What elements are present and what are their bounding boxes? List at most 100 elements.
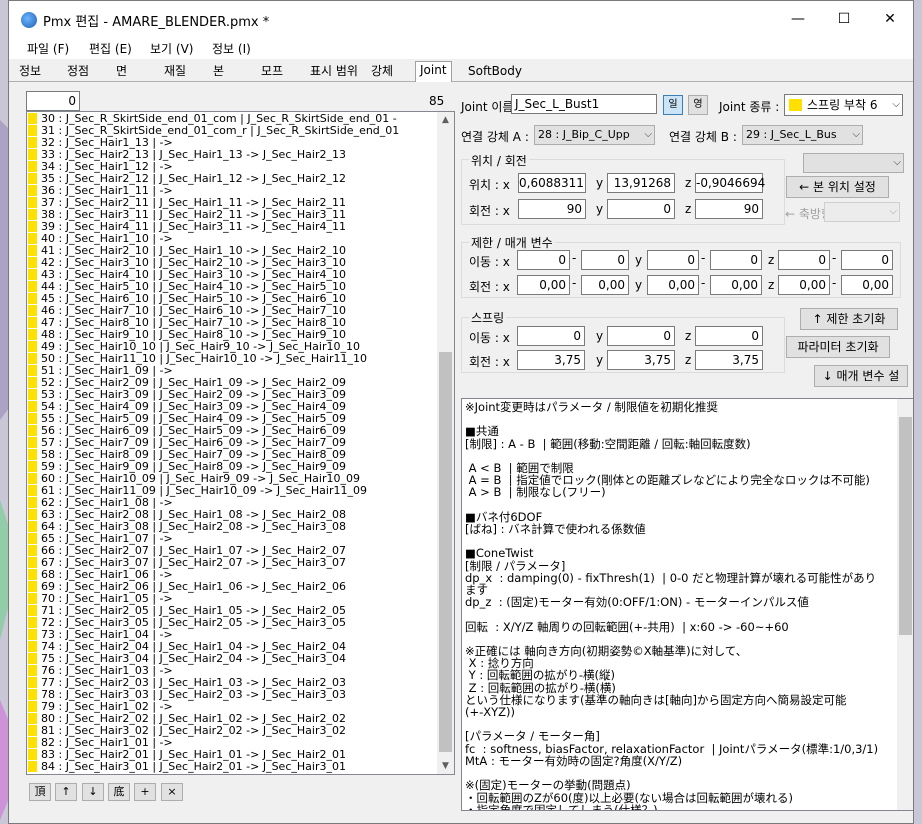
limit-move-label: 이동 : x xyxy=(469,255,510,269)
move-up-button[interactable]: ↑ xyxy=(55,783,77,801)
joint-color-swatch xyxy=(28,281,37,292)
joint-color-swatch xyxy=(28,185,37,196)
tab-bone[interactable]: 본 xyxy=(209,63,228,80)
joint-list-item[interactable]: 84 : J_Sec_Hair3_01 | J_Sec_Hair2_01 -> … xyxy=(28,761,434,773)
joint-color-swatch xyxy=(28,137,37,148)
reset-limits-button[interactable]: ↑ 제한 초기화 xyxy=(800,308,898,330)
spring-title: 스프링 xyxy=(469,309,507,326)
joint-color-swatch xyxy=(28,377,37,388)
dash-label: - xyxy=(832,251,837,265)
maximize-button[interactable]: ☐ xyxy=(821,1,867,37)
spring-rot-z[interactable]: 3,75 xyxy=(695,350,763,370)
minimize-button[interactable]: — xyxy=(775,1,821,37)
list-count: 85 xyxy=(429,94,445,108)
list-search-input[interactable]: 0 xyxy=(26,91,80,111)
help-text-scrollbar[interactable] xyxy=(897,399,913,810)
scrollbar-thumb[interactable] xyxy=(439,352,452,752)
body-a-select[interactable]: 28 : J_Bip_C_Upp ⌵ xyxy=(534,125,655,145)
joint-color-swatch xyxy=(28,413,37,424)
tab-rigid-body[interactable]: 강체 xyxy=(367,63,397,80)
axis-direction-select[interactable]: ⌵ xyxy=(824,202,900,222)
joint-color-swatch xyxy=(28,389,37,400)
tab-vertex[interactable]: 정점 xyxy=(63,63,93,80)
dash-label: - xyxy=(832,276,837,290)
limit-move-z-max[interactable]: 0 xyxy=(841,250,893,270)
spring-move-z[interactable]: 0 xyxy=(695,326,763,346)
lang-en-button[interactable]: 영 xyxy=(688,95,708,115)
menu-edit[interactable]: 편집 (E) xyxy=(89,40,132,57)
lang-jp-button[interactable]: 일 xyxy=(663,95,683,115)
menu-file[interactable]: 파일 (F) xyxy=(27,40,69,57)
limit-rot-x-min[interactable]: 0,00 xyxy=(517,275,570,295)
joint-color-swatch xyxy=(28,593,37,604)
joint-type-swatch xyxy=(789,99,802,111)
joint-color-swatch xyxy=(28,353,37,364)
joint-type-select[interactable]: 스프링 부착 6 ⌵ xyxy=(784,94,903,116)
limit-rot-y-max[interactable]: 0,00 xyxy=(710,275,762,295)
body-b-select[interactable]: 29 : J_Sec_L_Bus ⌵ xyxy=(742,125,863,145)
set-params-button[interactable]: ↓ 매개 변수 설 xyxy=(814,365,908,387)
joint-list-scrollbar[interactable]: ▲ ▼ xyxy=(437,112,454,774)
chevron-down-icon: ⌵ xyxy=(644,129,652,140)
limit-rot-z-max[interactable]: 0,00 xyxy=(841,275,893,295)
limit-move-z-min[interactable]: 0 xyxy=(778,250,830,270)
help-text-area[interactable]: ※Joint変更時はパラメータ / 制限値を初期化推奨 ■共通 [制限] : A… xyxy=(461,398,913,811)
tab-info[interactable]: 정보 xyxy=(15,63,45,80)
dash-label: - xyxy=(701,251,706,265)
limit-rot-label: 회전 : x xyxy=(469,280,510,294)
limit-rot-y-min[interactable]: 0,00 xyxy=(647,275,699,295)
tab-material[interactable]: 재질 xyxy=(160,63,190,80)
scroll-up-arrow-icon[interactable]: ▲ xyxy=(437,112,454,128)
joint-color-swatch xyxy=(28,461,37,472)
rot-y-input[interactable]: 0 xyxy=(607,199,675,219)
pos-x-input[interactable]: 0,6088311 xyxy=(518,173,586,193)
rot-z-input[interactable]: 90 xyxy=(695,199,763,219)
limit-rot-z-min[interactable]: 0,00 xyxy=(778,275,830,295)
spring-rot-y-label: y xyxy=(596,353,604,367)
joint-name-input[interactable]: J_Sec_L_Bust1 xyxy=(511,94,657,114)
joint-color-swatch xyxy=(28,449,37,460)
set-bone-position-button[interactable]: ← 본 위치 설정 xyxy=(786,176,889,198)
chevron-down-icon: ⌵ xyxy=(889,206,897,217)
scrollbar-thumb[interactable] xyxy=(899,417,912,635)
close-button[interactable]: ✕ xyxy=(867,1,913,37)
limit-move-y-min[interactable]: 0 xyxy=(647,250,699,270)
delete-item-button[interactable]: × xyxy=(161,783,183,801)
tab-display-frame[interactable]: 표시 범위 xyxy=(306,63,362,80)
tab-joint[interactable]: Joint xyxy=(415,61,452,82)
add-item-button[interactable]: + xyxy=(134,783,156,801)
limit-move-y-max[interactable]: 0 xyxy=(710,250,762,270)
joint-color-swatch xyxy=(28,173,37,184)
limit-move-y-label: y xyxy=(635,253,643,267)
joint-color-swatch xyxy=(28,437,37,448)
tab-morph[interactable]: 모프 xyxy=(257,63,287,80)
limit-move-x-max[interactable]: 0 xyxy=(581,250,629,270)
joint-color-swatch xyxy=(28,329,37,340)
pos-y-input[interactable]: 13,91268 xyxy=(607,173,675,193)
pos-z-input[interactable]: -0,9046694 xyxy=(695,173,765,193)
move-top-button[interactable]: 頂 xyxy=(29,783,51,801)
limit-rot-x-max[interactable]: 0,00 xyxy=(581,275,629,295)
spring-move-y-label: y xyxy=(596,329,604,343)
limit-move-x-min[interactable]: 0 xyxy=(517,250,570,270)
tab-softbody[interactable]: SoftBody xyxy=(464,63,526,80)
pos-y-label: y xyxy=(596,176,604,190)
joint-color-swatch xyxy=(28,113,37,124)
spring-move-x[interactable]: 0 xyxy=(517,326,585,346)
joint-list[interactable]: 30 : J_Sec_R_SkirtSide_end_01_com | J_Se… xyxy=(26,111,455,775)
scroll-down-arrow-icon[interactable]: ▼ xyxy=(437,758,454,774)
rot-z-label: z xyxy=(685,202,692,216)
move-bottom-button[interactable]: 底 xyxy=(108,783,130,801)
spring-rot-y[interactable]: 3,75 xyxy=(607,350,675,370)
menu-view[interactable]: 보기 (V) xyxy=(150,40,193,57)
spring-rot-x[interactable]: 3,75 xyxy=(517,350,585,370)
rot-x-input[interactable]: 90 xyxy=(518,199,586,219)
spring-move-y[interactable]: 0 xyxy=(607,326,675,346)
tab-face[interactable]: 면 xyxy=(112,63,131,80)
bone-select[interactable]: ⌵ xyxy=(803,153,904,173)
reset-params-button[interactable]: 파라미터 초기화 xyxy=(786,336,890,358)
move-down-button[interactable]: ↓ xyxy=(82,783,104,801)
joint-name-label: Joint 이름 xyxy=(461,100,514,114)
menu-info[interactable]: 정보 (I) xyxy=(212,40,251,57)
joint-color-swatch xyxy=(28,689,37,700)
